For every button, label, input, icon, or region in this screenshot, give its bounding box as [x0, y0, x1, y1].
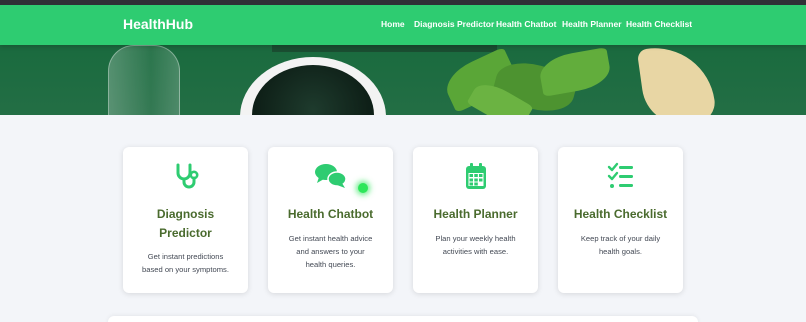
card-description: activities with ease.	[442, 247, 509, 256]
calendar-icon	[465, 163, 486, 189]
card-title: Health Chatbot	[287, 207, 374, 221]
card-title: Health Checklist	[573, 207, 668, 221]
card-description: Plan your weekly health	[435, 234, 516, 243]
navbar: HealthHub Home Diagnosis Predictor Healt…	[0, 5, 806, 45]
brand-logo[interactable]: HealthHub	[123, 16, 193, 32]
checklist-icon	[607, 162, 633, 188]
card-health-checklist[interactable]: Health Checklist Keep track of your dail…	[558, 147, 683, 293]
card-title: Diagnosis	[156, 207, 215, 221]
nav-link-health-chatbot[interactable]: Health Chatbot	[496, 19, 556, 29]
card-title: Health Planner	[433, 207, 518, 221]
status-indicator-dot	[358, 183, 368, 193]
card-description: based on your symptoms.	[142, 265, 229, 274]
nav-link-health-planner[interactable]: Health Planner	[562, 19, 622, 29]
nav-link-home[interactable]: Home	[381, 19, 405, 29]
hero-banner: HealthHub Home Diagnosis Predictor Healt…	[0, 5, 806, 115]
card-title: Predictor	[159, 226, 212, 240]
nav-link-diagnosis-predictor[interactable]: Diagnosis Predictor	[414, 19, 494, 29]
card-health-planner[interactable]: Health Planner Plan your weekly health a…	[413, 147, 538, 293]
card-description: Keep track of your daily	[580, 234, 661, 243]
card-description: and answers to your	[296, 247, 365, 256]
hero-banana-image	[636, 40, 718, 115]
card-health-chatbot[interactable]: Health Chatbot Get instant health advice…	[268, 147, 393, 293]
content-panel	[108, 316, 698, 322]
hero-board-edge	[272, 44, 497, 52]
hero-bottle-image	[108, 45, 180, 115]
card-diagnosis-predictor[interactable]: Diagnosis Predictor Get instant predicti…	[123, 147, 248, 293]
nav-link-health-checklist[interactable]: Health Checklist	[626, 19, 692, 29]
stethoscope-icon	[176, 163, 198, 189]
card-description: health goals.	[598, 247, 643, 256]
chat-bubbles-icon	[314, 164, 347, 188]
hero-leaf-image	[537, 47, 613, 97]
card-description: health queries.	[305, 260, 356, 269]
card-description: Get instant health advice	[288, 234, 373, 243]
card-description: Get instant predictions	[147, 252, 224, 261]
